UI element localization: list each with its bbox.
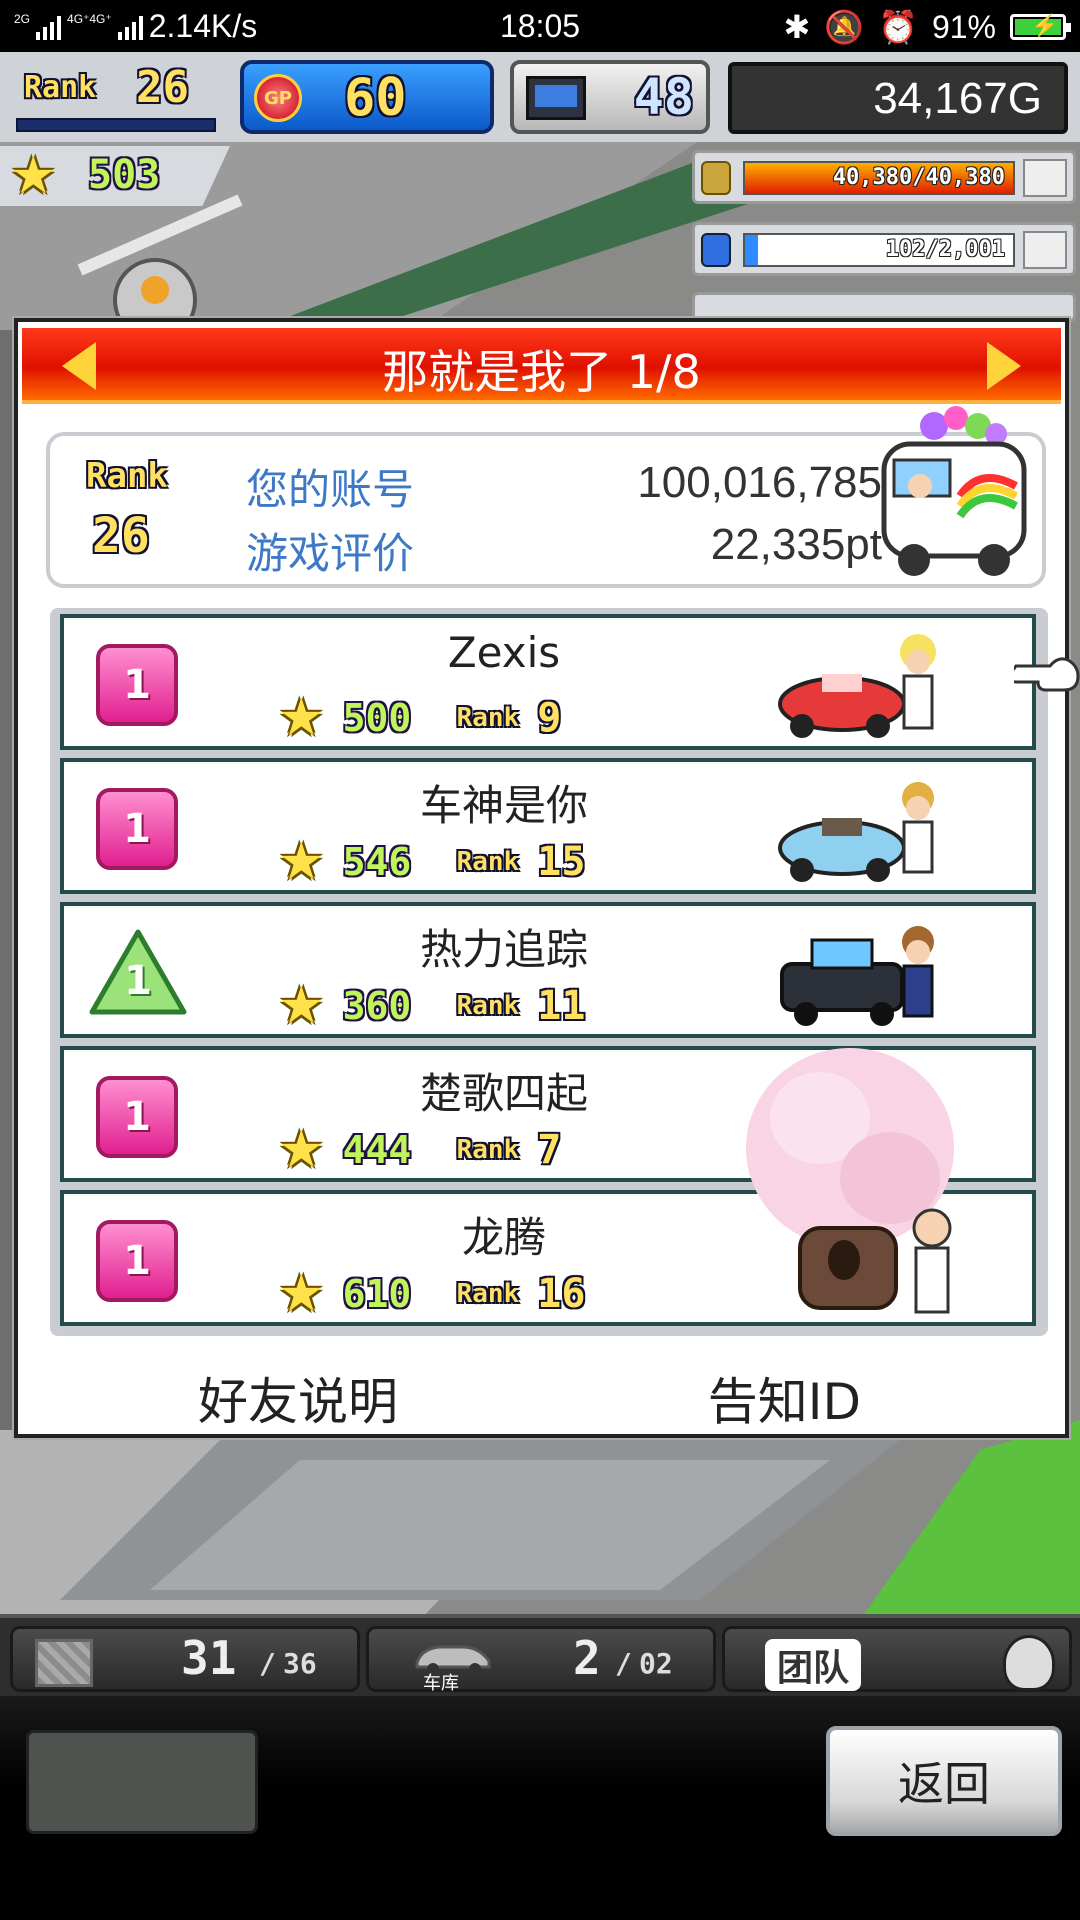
player-rank[interactable]: Rank 26	[16, 62, 216, 132]
star-icon: ★	[10, 146, 57, 206]
star-icon: ★	[278, 1264, 325, 1324]
friend-row[interactable]: 1 热力追踪 ★ 360 Rank 11	[60, 902, 1036, 1038]
account-rank-value: 26	[92, 508, 150, 564]
money-resource-text: 40,380/40,380	[832, 165, 1005, 190]
account-rank-label: Rank	[86, 456, 168, 496]
team-slot[interactable]: 团队	[722, 1626, 1072, 1692]
storage-slot[interactable]: 31 / 36	[10, 1626, 360, 1692]
account-id-label: 您的账号	[246, 465, 415, 514]
blue-convertible-avatar-icon	[778, 782, 934, 882]
star-icon: ★	[278, 688, 325, 748]
dialog-footer: 好友说明 告知ID	[18, 1362, 1065, 1432]
friend-level-badge: 1	[96, 1076, 178, 1158]
friend-row[interactable]: 1 车神是你 ★ 546 Rank 15	[60, 758, 1036, 894]
garage-label: 车库	[423, 1673, 459, 1694]
gp-coin-icon: GP	[254, 74, 302, 122]
friends-list: 1 Zexis ★ 500 Rank 9 1 车神是你 ★ 546 Rank 1…	[50, 608, 1048, 1336]
friend-name: 龙腾	[461, 1213, 546, 1262]
bottom-command-bar: 返回	[0, 1696, 1080, 1920]
pc-counter[interactable]: 48	[510, 60, 710, 134]
crate-icon	[35, 1639, 93, 1687]
next-page-arrow-icon[interactable]	[987, 342, 1021, 390]
dialog-header: 那就是我了 1/8	[22, 328, 1061, 404]
status-bar: 2G 4G⁺4G⁺ 2.14K/s 18:05 ✱ 🔕 ⏰ 91% ⚡	[0, 0, 1080, 52]
flower-van-icon	[881, 406, 1027, 576]
gp-value: 60	[344, 68, 407, 128]
friend-name: 热力追踪	[419, 925, 588, 974]
friend-points: 360	[342, 984, 412, 1028]
friend-rank-value: 9	[537, 695, 562, 741]
staff-face-icon	[1003, 1635, 1055, 1691]
empty-panel	[26, 1730, 258, 1834]
garage-slot[interactable]: 车库 2 / 02	[366, 1626, 716, 1694]
friend-level-badge: 1	[96, 1220, 178, 1302]
bluetooth-icon: ✱	[783, 9, 811, 45]
friend-rank-label: Rank	[456, 1279, 520, 1309]
gold-balance: 34,167G	[728, 62, 1068, 134]
rank-label: Rank	[24, 70, 97, 105]
red-convertible-avatar-icon	[778, 634, 936, 738]
hand-pointer-icon	[1014, 657, 1080, 692]
top-hud: Rank 26 GP 60 48 34,167G	[0, 52, 1080, 142]
team-label: 团队	[765, 1639, 862, 1691]
rank-value: 26	[136, 62, 189, 113]
friend-points: 444	[342, 1128, 412, 1172]
fuel-resource-bar: 102/2,001	[692, 222, 1076, 276]
friend-name: Zexis	[447, 628, 561, 677]
friend-level-badge: 1	[96, 644, 178, 726]
rank-progress-bar	[16, 118, 216, 132]
friend-level-badge-triangle: 1	[88, 928, 188, 1018]
friends-dialog: 那就是我了 1/8 Rank 26 您的账号 100,016,785 游戏评价 …	[14, 318, 1069, 1438]
garage-current: 2	[573, 1631, 601, 1685]
mute-bell-icon: 🔕	[824, 9, 865, 45]
friend-points: 500	[342, 696, 412, 740]
black-car-avatar-icon	[780, 926, 934, 1026]
friend-rank-value: 7	[537, 1127, 562, 1173]
friend-level-value: 1	[124, 958, 152, 1004]
friend-row[interactable]: 1 Zexis ★ 500 Rank 9	[60, 614, 1036, 750]
storage-max: 36	[283, 1647, 317, 1680]
friend-help-button[interactable]: 好友说明	[198, 1362, 398, 1434]
star-icon: ★	[278, 1120, 325, 1180]
garage-max: 02	[639, 1647, 673, 1680]
coin-stack-icon	[701, 161, 731, 195]
friend-points: 610	[342, 1272, 412, 1316]
friend-rank-label: Rank	[456, 991, 520, 1021]
friend-rank-value: 16	[537, 1271, 586, 1317]
star-count: 503	[88, 152, 161, 198]
star-icon: ★	[278, 832, 325, 892]
fuel-bottle-icon	[701, 233, 731, 267]
friend-rank-label: Rank	[456, 703, 520, 733]
friend-rank-label: Rank	[456, 1135, 520, 1165]
friend-level-badge: 1	[96, 788, 178, 870]
dialog-title: 那就是我了 1/8	[382, 345, 701, 399]
account-id-value: 100,016,785	[637, 458, 882, 507]
game-rating-value: 22,335pt	[710, 520, 882, 569]
fuel-resource-text: 102/2,001	[885, 237, 1005, 262]
friend-points: 546	[342, 840, 412, 884]
storage-current: 31	[181, 1631, 237, 1685]
star-icon: ★	[278, 976, 325, 1036]
star-count-badge: ★ 503	[0, 146, 230, 206]
friend-rank-label: Rank	[456, 847, 520, 877]
battery-icon: ⚡	[1010, 13, 1071, 40]
game-rating-label: 游戏评价	[246, 529, 415, 578]
money-resource-bar: 40,380/40,380	[692, 150, 1076, 204]
share-id-button[interactable]: 告知ID	[708, 1362, 861, 1434]
cherry-tree-avatar-icon	[746, 1048, 954, 1314]
alarm-icon: ⏰	[878, 9, 918, 45]
battery-percent: 91%	[931, 8, 996, 45]
friend-name: 楚歌四起	[419, 1069, 588, 1118]
friend-rank-value: 11	[537, 983, 586, 1029]
back-button[interactable]: 返回	[826, 1726, 1062, 1836]
my-account-panel: Rank 26 您的账号 100,016,785 游戏评价 22,335pt	[46, 406, 1046, 588]
bottom-status-bar: 31 / 36 车库 2 / 02 团队	[0, 1614, 1080, 1696]
pc-value: 48	[633, 68, 694, 126]
friend-rank-value: 15	[537, 839, 586, 885]
friend-name: 车神是你	[419, 781, 588, 830]
gp-counter[interactable]: GP 60	[240, 60, 494, 134]
computer-icon	[526, 76, 586, 120]
